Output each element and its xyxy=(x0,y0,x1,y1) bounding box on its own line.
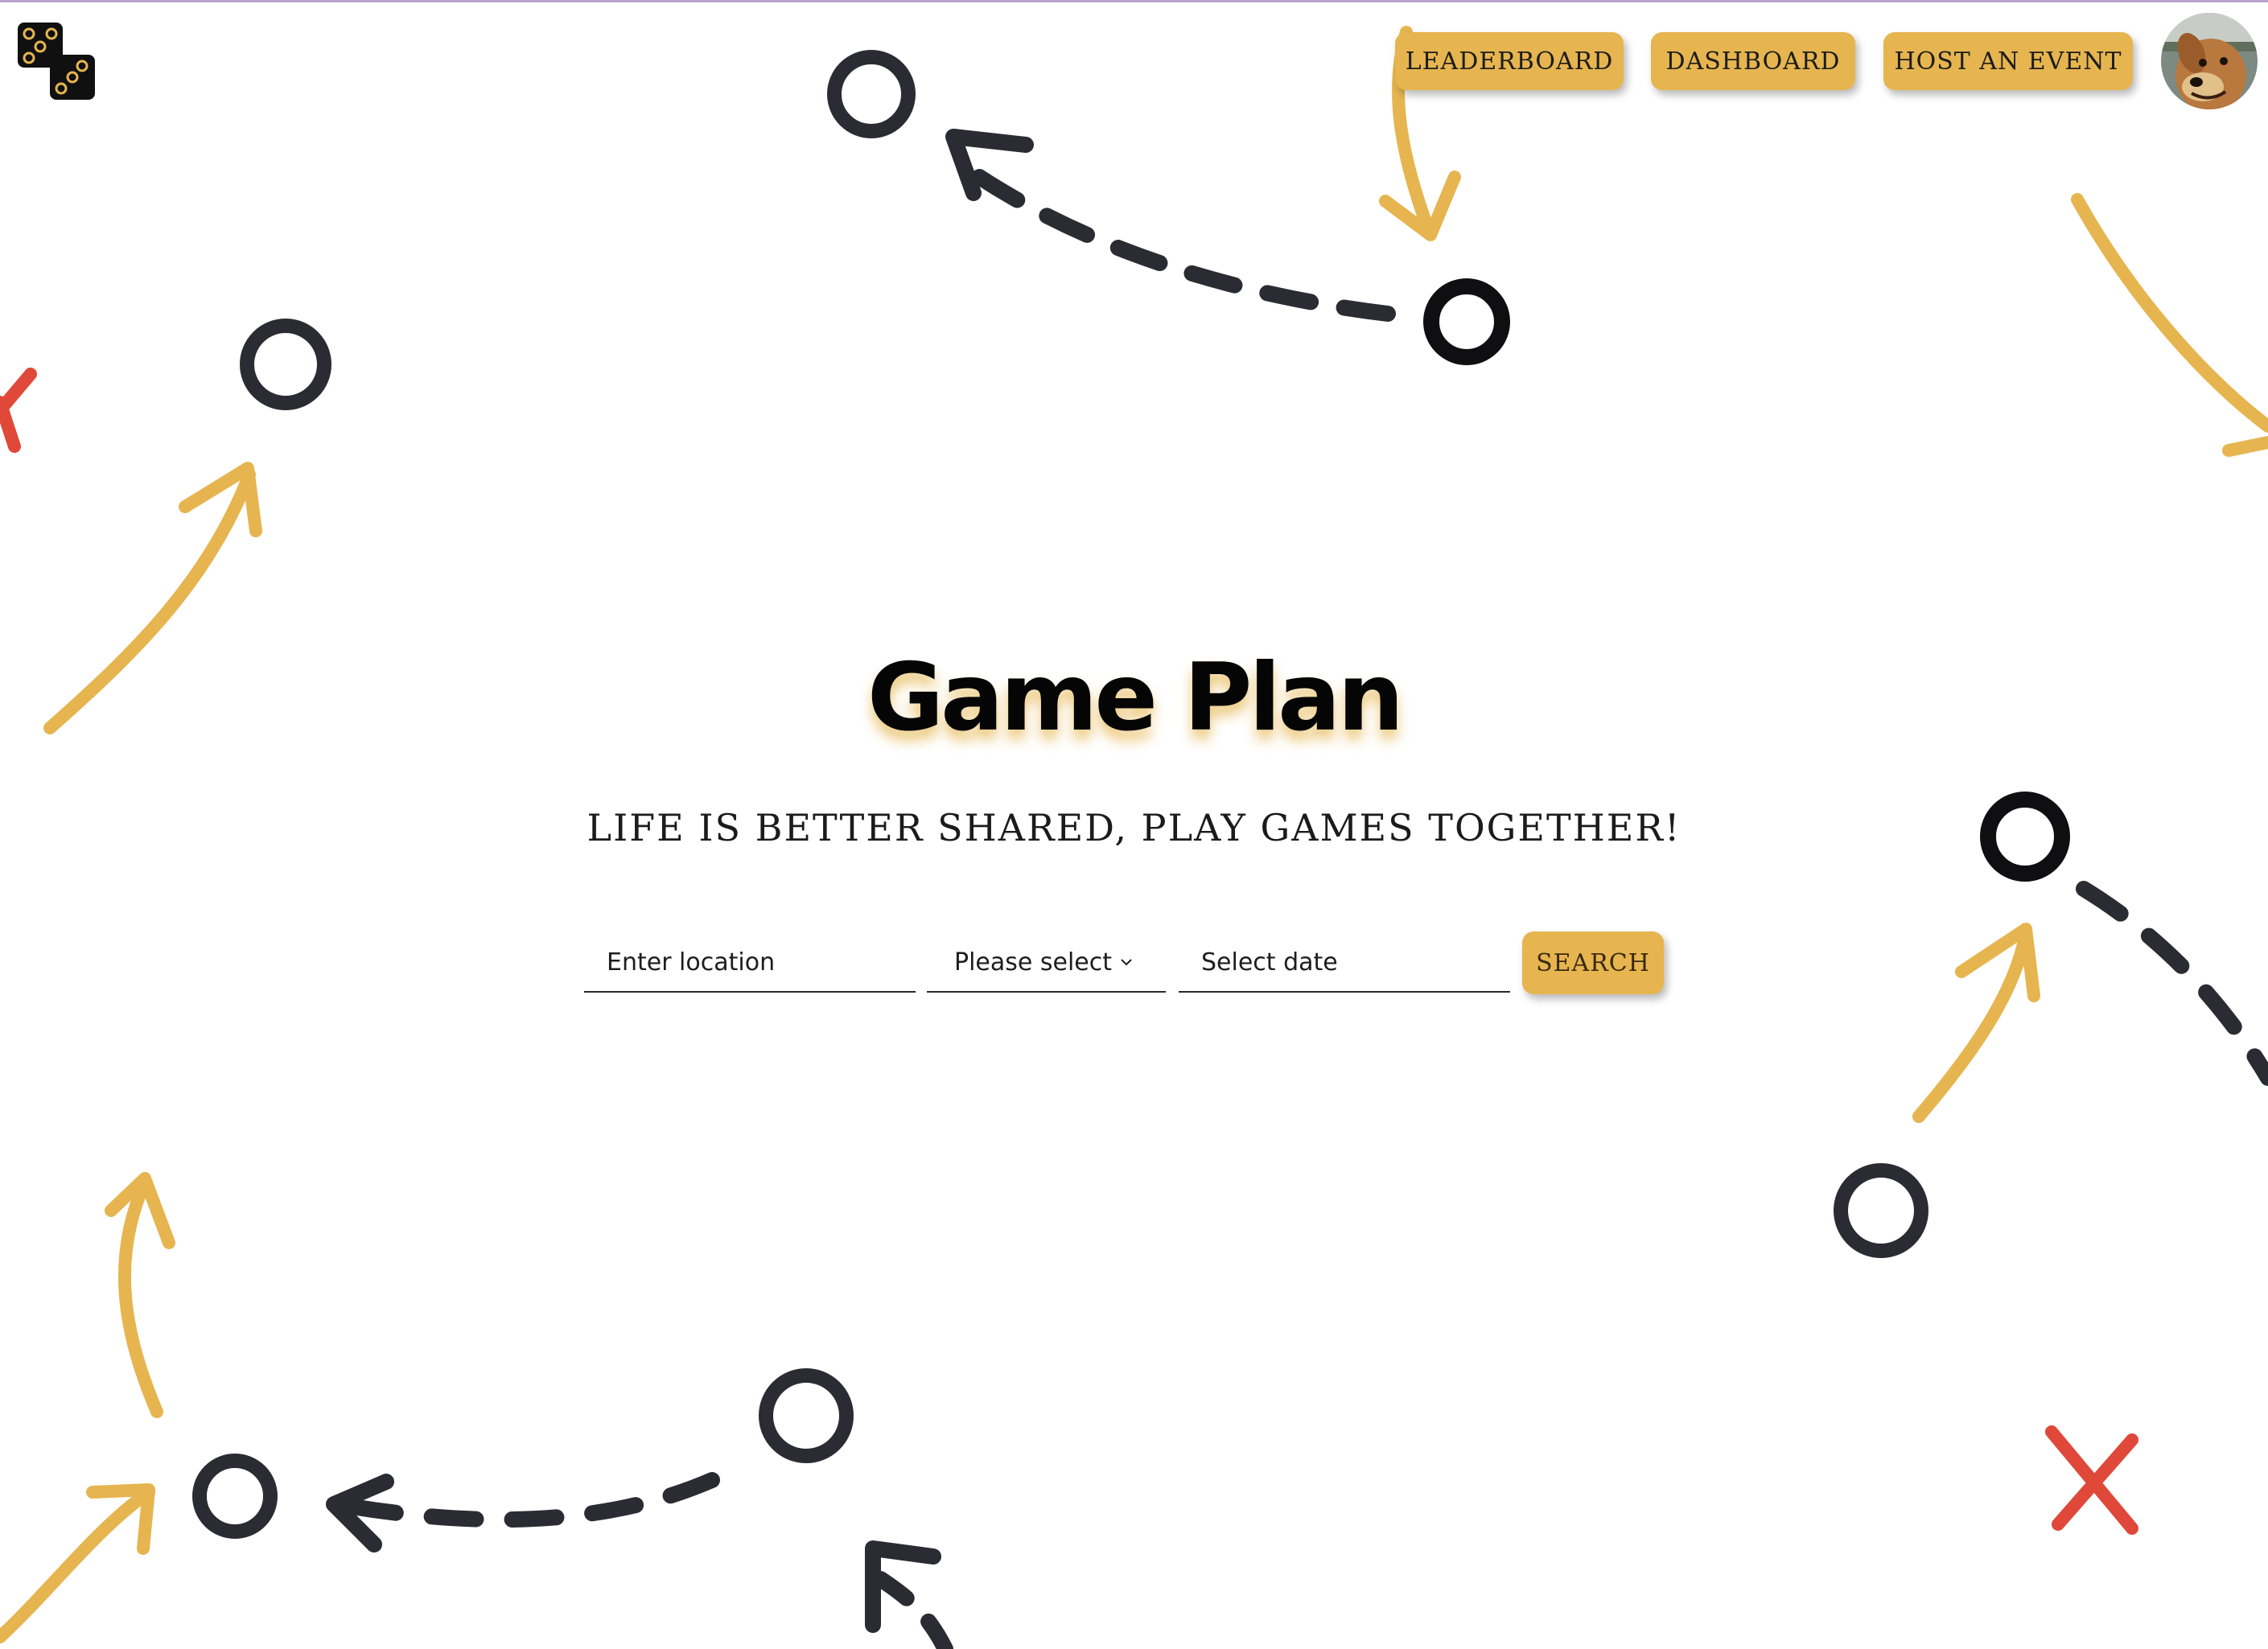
yellow-arrow xyxy=(2071,193,2268,433)
date-field[interactable] xyxy=(1179,933,1510,993)
o-mark xyxy=(827,50,916,138)
chevron-down-icon xyxy=(1121,959,1132,966)
dog-avatar-icon xyxy=(2161,13,2258,109)
yellow-arrow xyxy=(0,1486,155,1643)
avatar[interactable] xyxy=(2161,13,2258,109)
location-input[interactable] xyxy=(584,933,916,991)
page-title: Game Plan xyxy=(866,644,1404,752)
search-button[interactable]: SEARCH xyxy=(1522,931,1664,994)
o-mark xyxy=(1423,278,1510,365)
dashed-path xyxy=(2076,881,2268,1086)
dashed-path xyxy=(330,1472,720,1528)
dashed-path xyxy=(953,157,1396,322)
o-mark xyxy=(192,1454,278,1539)
date-input[interactable] xyxy=(1179,933,1510,991)
location-field[interactable] xyxy=(584,933,916,993)
dashboard-button[interactable]: DASHBOARD xyxy=(1651,32,1855,90)
tagline: LIFE IS BETTER SHARED, PLAY GAMES TOGETH… xyxy=(587,806,1681,849)
host-event-button[interactable]: HOST AN EVENT xyxy=(1883,32,2133,90)
x-mark xyxy=(0,368,37,417)
yellow-arrow xyxy=(117,1176,163,1418)
leaderboard-button[interactable]: LEADERBOARD xyxy=(1395,32,1624,90)
game-select[interactable]: Please select xyxy=(927,933,1166,993)
o-mark xyxy=(1834,1163,1928,1258)
o-mark xyxy=(240,319,331,410)
dice-icon[interactable] xyxy=(14,19,98,103)
dashed-path xyxy=(869,1569,953,1649)
game-select-value: Please select xyxy=(954,948,1113,977)
arrow-head xyxy=(2222,436,2268,457)
o-mark xyxy=(759,1368,854,1463)
